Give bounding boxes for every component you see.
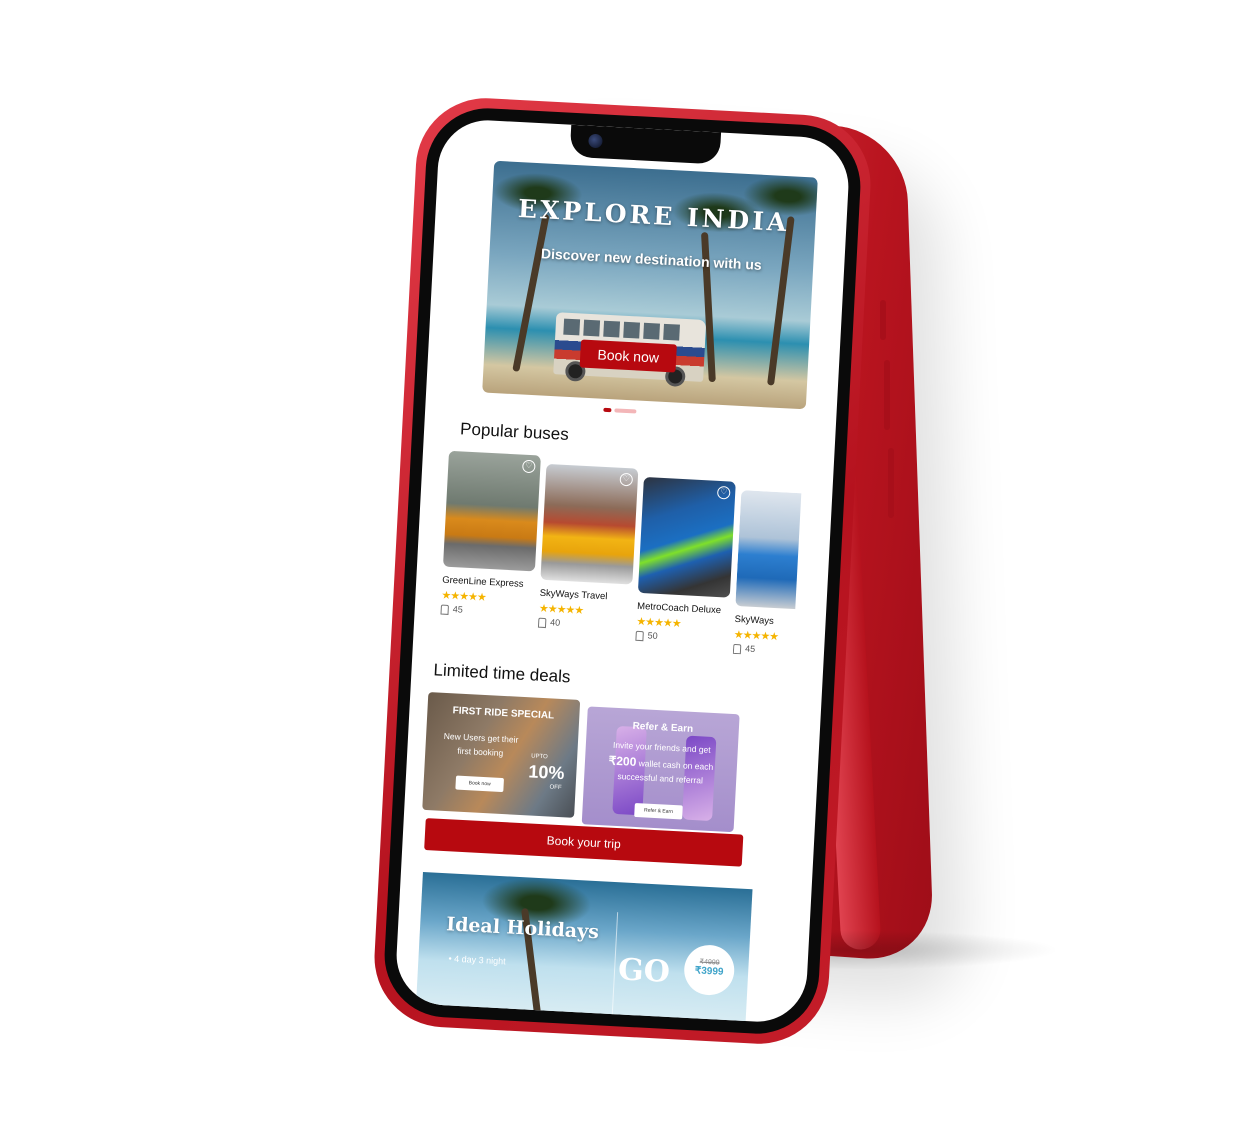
palm-tree	[512, 213, 550, 373]
hero-banner[interactable]: EXPLORE INDIA Discover new destination w…	[482, 160, 818, 410]
new-price: ₹3999	[694, 965, 724, 978]
camera-icon	[587, 133, 603, 149]
heart-icon[interactable]: ♡	[619, 472, 634, 487]
seat-count: 45	[732, 643, 793, 657]
price-badge: ₹4999 ₹3999	[682, 943, 736, 997]
banner-divider	[609, 912, 619, 1025]
upto-label: UPTO	[531, 753, 548, 761]
popular-buses-list[interactable]: ♡ GreenLine Express ★★★★★ 45 ♡ SkyWays T…	[438, 450, 829, 691]
first-ride-book-button[interactable]: Book now	[455, 775, 504, 793]
refer-amount: ₹200	[608, 753, 637, 769]
refer-title: Refer & Earn	[632, 720, 694, 735]
volume-button	[884, 360, 890, 430]
popular-buses-title: Popular buses	[459, 419, 570, 444]
discount-percent: 10%	[527, 761, 565, 784]
bus-name: SkyWays Travel	[539, 587, 608, 603]
volume-button	[888, 448, 894, 518]
bus-image: ♡	[637, 476, 736, 598]
holiday-go-text: GO	[617, 952, 671, 991]
notch	[569, 124, 721, 165]
bus-card[interactable]: ♡ SkyWays Travel ★★★★★ 40	[537, 463, 639, 632]
hero-book-now-button[interactable]: Book now	[579, 339, 677, 373]
bus-card[interactable]: ♡ MetroCoach Deluxe ★★★★★ 50	[635, 476, 736, 645]
seat-count: 45	[440, 604, 532, 619]
first-ride-title: FIRST RIDE SPECIAL	[452, 705, 555, 722]
holiday-duration: • 4 day 3 night	[448, 953, 506, 967]
seat-count: 40	[537, 617, 630, 632]
first-ride-deal-card[interactable]: FIRST RIDE SPECIAL New Users get their f…	[422, 692, 581, 818]
bus-image: ♡	[540, 463, 639, 585]
heart-icon[interactable]: ♡	[522, 459, 536, 474]
bus-name: SkyWays	[734, 613, 775, 627]
carousel-dots[interactable]	[603, 407, 637, 414]
first-ride-text: New Users get their first booking	[443, 730, 519, 759]
rating-stars: ★★★★★	[733, 628, 779, 644]
bus-image: ♡	[442, 450, 541, 572]
ideal-holidays-banner[interactable]: Ideal Holidays • 4 day 3 night GO ₹4999 …	[414, 871, 753, 1025]
carousel-dot[interactable]	[614, 408, 637, 414]
volume-button	[880, 300, 886, 340]
bus-name: MetroCoach Deluxe	[636, 600, 722, 617]
seat-icon	[635, 630, 644, 641]
seat-count: 50	[635, 630, 727, 645]
seat-icon	[732, 643, 742, 654]
refer-earn-button[interactable]: Refer & Earn	[634, 802, 683, 820]
phone-screen: EXPLORE INDIA Discover new destination w…	[394, 117, 851, 1025]
heart-icon[interactable]: ♡	[716, 485, 731, 500]
bus-card[interactable]: ♡ GreenLine Express ★★★★★ 45	[440, 450, 541, 619]
seat-icon	[440, 604, 450, 615]
bus-name: GreenLine Express	[441, 574, 524, 590]
seat-icon	[537, 617, 547, 628]
off-label: OFF	[549, 784, 562, 792]
palm-tree	[767, 216, 795, 386]
bus-image	[735, 490, 802, 611]
carousel-dot-active[interactable]	[603, 407, 612, 413]
bus-card[interactable]: SkyWays ★★★★★ 45	[732, 490, 802, 657]
phone-device: EXPLORE INDIA Discover new destination w…	[370, 94, 875, 1048]
refer-earn-deal-card[interactable]: Refer & Earn Invite your friends and get…	[581, 706, 740, 833]
